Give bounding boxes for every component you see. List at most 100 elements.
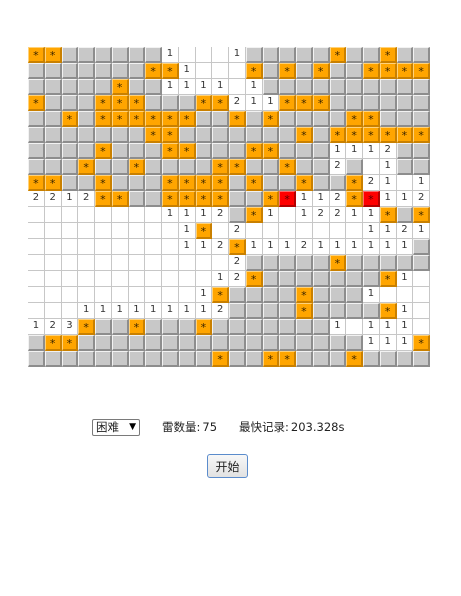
covered-cell[interactable] xyxy=(111,319,129,335)
covered-cell[interactable] xyxy=(44,127,62,143)
covered-cell[interactable] xyxy=(245,255,263,271)
covered-cell[interactable] xyxy=(245,127,263,143)
covered-cell[interactable] xyxy=(28,63,45,79)
covered-cell[interactable] xyxy=(229,335,246,351)
covered-cell[interactable] xyxy=(44,143,62,159)
covered-cell[interactable] xyxy=(363,255,380,271)
covered-cell[interactable] xyxy=(262,271,280,287)
covered-cell[interactable] xyxy=(95,319,112,335)
covered-cell[interactable] xyxy=(28,159,45,175)
covered-cell[interactable] xyxy=(279,143,296,159)
covered-cell[interactable] xyxy=(312,175,330,191)
covered-cell[interactable] xyxy=(262,287,280,303)
covered-cell[interactable] xyxy=(212,335,229,351)
covered-cell[interactable] xyxy=(44,111,62,127)
covered-cell[interactable] xyxy=(245,351,263,367)
covered-cell[interactable] xyxy=(245,159,263,175)
covered-cell[interactable] xyxy=(111,63,129,79)
covered-cell[interactable] xyxy=(379,79,397,95)
covered-cell[interactable] xyxy=(95,159,112,175)
covered-cell[interactable] xyxy=(396,79,414,95)
covered-cell[interactable] xyxy=(346,335,363,351)
covered-cell[interactable] xyxy=(346,255,363,271)
covered-cell[interactable] xyxy=(296,111,313,127)
covered-cell[interactable] xyxy=(379,351,397,367)
covered-cell[interactable] xyxy=(212,143,229,159)
covered-cell[interactable] xyxy=(28,351,45,367)
covered-cell[interactable] xyxy=(229,127,246,143)
covered-cell[interactable] xyxy=(128,335,146,351)
covered-cell[interactable] xyxy=(413,159,430,175)
covered-cell[interactable] xyxy=(329,351,347,367)
covered-cell[interactable] xyxy=(312,111,330,127)
covered-cell[interactable] xyxy=(296,159,313,175)
covered-cell[interactable] xyxy=(162,319,179,335)
covered-cell[interactable] xyxy=(312,47,330,63)
covered-cell[interactable] xyxy=(262,159,280,175)
covered-cell[interactable] xyxy=(178,127,196,143)
covered-cell[interactable] xyxy=(44,63,62,79)
covered-cell[interactable] xyxy=(346,303,363,319)
covered-cell[interactable] xyxy=(178,159,196,175)
covered-cell[interactable] xyxy=(128,79,146,95)
covered-cell[interactable] xyxy=(145,351,162,367)
covered-cell[interactable] xyxy=(279,111,296,127)
covered-cell[interactable] xyxy=(279,127,296,143)
covered-cell[interactable] xyxy=(78,111,95,127)
covered-cell[interactable] xyxy=(78,95,95,111)
covered-cell[interactable] xyxy=(78,351,95,367)
covered-cell[interactable] xyxy=(346,47,363,63)
covered-cell[interactable] xyxy=(396,143,414,159)
covered-cell[interactable] xyxy=(245,47,263,63)
covered-cell[interactable] xyxy=(279,175,296,191)
covered-cell[interactable] xyxy=(44,351,62,367)
covered-cell[interactable] xyxy=(145,47,162,63)
covered-cell[interactable] xyxy=(145,159,162,175)
covered-cell[interactable] xyxy=(229,351,246,367)
covered-cell[interactable] xyxy=(229,191,246,207)
covered-cell[interactable] xyxy=(78,175,95,191)
covered-cell[interactable] xyxy=(279,335,296,351)
covered-cell[interactable] xyxy=(262,79,280,95)
covered-cell[interactable] xyxy=(229,207,246,223)
covered-cell[interactable] xyxy=(145,79,162,95)
covered-cell[interactable] xyxy=(312,319,330,335)
covered-cell[interactable] xyxy=(396,47,414,63)
covered-cell[interactable] xyxy=(178,319,196,335)
covered-cell[interactable] xyxy=(262,175,280,191)
covered-cell[interactable] xyxy=(229,319,246,335)
covered-cell[interactable] xyxy=(346,63,363,79)
covered-cell[interactable] xyxy=(28,143,45,159)
covered-cell[interactable] xyxy=(111,47,129,63)
covered-cell[interactable] xyxy=(329,95,347,111)
covered-cell[interactable] xyxy=(329,79,347,95)
covered-cell[interactable] xyxy=(78,127,95,143)
covered-cell[interactable] xyxy=(312,303,330,319)
covered-cell[interactable] xyxy=(296,255,313,271)
covered-cell[interactable] xyxy=(379,95,397,111)
covered-cell[interactable] xyxy=(245,319,263,335)
covered-cell[interactable] xyxy=(279,303,296,319)
covered-cell[interactable] xyxy=(329,111,347,127)
covered-cell[interactable] xyxy=(128,175,146,191)
covered-cell[interactable] xyxy=(28,79,45,95)
covered-cell[interactable] xyxy=(44,95,62,111)
covered-cell[interactable] xyxy=(413,351,430,367)
covered-cell[interactable] xyxy=(279,271,296,287)
covered-cell[interactable] xyxy=(178,335,196,351)
covered-cell[interactable] xyxy=(245,303,263,319)
covered-cell[interactable] xyxy=(396,207,414,223)
covered-cell[interactable] xyxy=(413,79,430,95)
covered-cell[interactable] xyxy=(312,287,330,303)
covered-cell[interactable] xyxy=(413,95,430,111)
covered-cell[interactable] xyxy=(28,111,45,127)
covered-cell[interactable] xyxy=(95,351,112,367)
covered-cell[interactable] xyxy=(413,47,430,63)
covered-cell[interactable] xyxy=(396,351,414,367)
covered-cell[interactable] xyxy=(61,95,79,111)
covered-cell[interactable] xyxy=(279,255,296,271)
covered-cell[interactable] xyxy=(229,175,246,191)
covered-cell[interactable] xyxy=(329,63,347,79)
covered-cell[interactable] xyxy=(413,255,430,271)
covered-cell[interactable] xyxy=(296,335,313,351)
